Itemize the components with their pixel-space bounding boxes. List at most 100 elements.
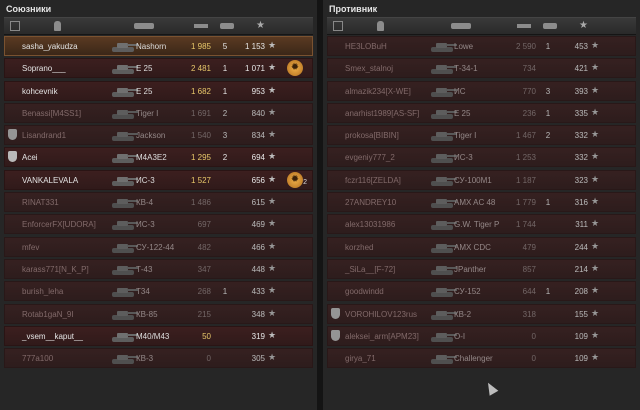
tank-icon <box>109 350 139 367</box>
star-icon: ★ <box>591 151 600 162</box>
player-row[interactable]: prokosa[BIBIN] Tiger I 1 467 2 332 ★ <box>327 125 636 146</box>
medal-icon[interactable]: ✹ 2 <box>287 171 307 188</box>
experience-value: 311 <box>575 220 588 230</box>
experience-value: 335 <box>574 108 588 118</box>
star-icon: ★ <box>591 329 600 340</box>
player-row[interactable]: Lisandrand1 Jackson 1 540 3 834 ★ <box>4 125 313 146</box>
experience-value: 469 <box>251 220 265 230</box>
damage-value: 1 540 <box>190 131 211 141</box>
star-icon: ★ <box>268 307 277 318</box>
frags-count: 2 <box>222 108 228 118</box>
player-name: evgeniy777_2 <box>345 153 395 163</box>
star-icon: ★ <box>268 329 277 340</box>
star-icon: ★ <box>591 218 600 229</box>
player-row[interactable]: VANKALEVALA ИС-3 1 527 656 ★ ✹ 2 <box>4 169 313 190</box>
tank-name: СУ-152 <box>454 287 481 297</box>
player-name: karass771[N_K_P] <box>22 264 89 274</box>
player-row[interactable]: 27ANDREY10 AMX AC 48 1 779 1 316 ★ <box>327 192 636 213</box>
player-name: 777a100 <box>22 354 54 364</box>
player-row[interactable]: burish_leha T34 268 1 433 ★ <box>4 281 313 302</box>
damage-value: 1 295 <box>190 153 211 163</box>
player-row[interactable]: evgeniy777_2 ИС-3 1 253 332 ★ <box>327 147 636 168</box>
star-icon: ★ <box>268 262 277 273</box>
player-row[interactable]: alex13031986 G.W. Tiger P 1 744 311 ★ <box>327 214 636 235</box>
damage-value: 770 <box>522 86 536 96</box>
damage-value: 697 <box>197 220 211 230</box>
shield-icon <box>331 307 340 319</box>
enemies-column-header: ★ <box>327 17 636 35</box>
tank-name: Т-43 <box>136 264 153 274</box>
star-icon: ★ <box>591 40 600 50</box>
experience-value: 214 <box>574 264 588 274</box>
player-row[interactable]: _SiLa__[F-72] JPanther 857 214 ★ <box>327 258 636 279</box>
allies-list: sasha_yakudza Nashorn 1 985 5 1 153 ★ Soprano_… <box>4 36 313 370</box>
experience-value: 348 <box>251 309 265 319</box>
player-row[interactable]: fczr116[ZELDA] СУ-100М1 1 187 323 ★ <box>327 169 636 190</box>
player-name: Benassi[M4SS1] <box>22 108 82 118</box>
player-row[interactable]: RINAT331 КВ-4 1 486 615 ★ <box>4 192 313 213</box>
player-row[interactable]: mfev СУ-122-44 482 466 ★ <box>4 236 313 257</box>
player-row[interactable]: karass771[N_K_P] Т-43 347 448 ★ <box>4 258 313 279</box>
allies-title: Союзники <box>6 4 52 14</box>
tank-name: Jackson <box>136 131 166 141</box>
player-row[interactable]: HE3LOBuH Lowe 2 590 1 453 ★ <box>327 36 636 56</box>
star-icon: ★ <box>268 285 277 296</box>
player-row[interactable]: korzhed AMX CDC 479 244 ★ <box>327 236 636 257</box>
player-name: burish_leha <box>22 287 64 297</box>
experience-value: 421 <box>574 64 588 74</box>
player-row[interactable]: _vsem__kaput__ M40/M43 50 319 ★ <box>4 325 313 346</box>
experience-value: 244 <box>574 242 588 252</box>
tank-name: Nashorn <box>136 42 167 51</box>
frags-count: 1 <box>545 42 551 51</box>
damage-value: 0 <box>531 331 536 341</box>
tank-name: Т-34-1 <box>454 64 478 74</box>
tank-name: КВ-85 <box>136 309 158 319</box>
damage-value: 482 <box>197 242 211 252</box>
player-row[interactable]: anarhist1989[AS-SF] E 25 236 1 335 ★ <box>327 102 636 123</box>
player-column-icon <box>377 21 384 31</box>
shield-icon <box>331 329 340 341</box>
experience-value: 332 <box>574 131 588 141</box>
player-name: 27ANDREY10 <box>345 198 397 208</box>
experience-value: 448 <box>251 264 265 274</box>
player-row[interactable]: 777a100 КВ-3 0 305 ★ <box>4 348 313 369</box>
medal-icon[interactable]: ✹ <box>287 60 303 77</box>
player-row[interactable]: girya_71 Challenger 0 109 ★ <box>327 348 636 369</box>
damage-value: 236 <box>522 108 536 118</box>
tank-name: СУ-122-44 <box>136 242 175 252</box>
tank-name: СУ-100М1 <box>454 175 492 185</box>
player-row[interactable]: Benassi[M4SS1] Tiger I 1 691 2 840 ★ <box>4 102 313 123</box>
player-name: almazik234[X-WE] <box>345 86 411 96</box>
platoon-column-icon <box>10 21 20 31</box>
tank-icon <box>109 149 139 166</box>
damage-value: 1 744 <box>515 220 536 230</box>
player-row[interactable]: Smex_stalnoj Т-34-1 734 421 ★ <box>327 58 636 79</box>
player-row[interactable]: almazik234[X-WE] ИС 770 3 393 ★ <box>327 80 636 101</box>
player-name: fczr116[ZELDA] <box>345 175 401 185</box>
frags-count: 3 <box>545 86 551 96</box>
player-name: goodwindd <box>345 287 384 297</box>
player-row[interactable]: Rotab1gaN_9I КВ-85 215 348 ★ <box>4 303 313 324</box>
player-row[interactable]: EnforcerFX[UDORA] ИС-3 697 469 ★ <box>4 214 313 235</box>
star-icon: ★ <box>268 218 277 229</box>
player-row[interactable]: VOROHILOV123rus КВ-2 318 155 ★ <box>327 303 636 324</box>
frags-count: 1 <box>545 198 551 208</box>
player-row[interactable]: sasha_yakudza Nashorn 1 985 5 1 153 ★ <box>4 36 313 56</box>
experience-value: 319 <box>251 331 265 341</box>
platoon-column-icon <box>333 21 343 31</box>
star-icon: ★ <box>268 240 277 251</box>
player-row[interactable]: aleksei_arm[APM23] О-I 0 109 ★ <box>327 325 636 346</box>
player-row[interactable]: goodwindd СУ-152 644 1 208 ★ <box>327 281 636 302</box>
star-icon: ★ <box>591 62 600 73</box>
player-name: alex13031986 <box>345 220 396 230</box>
damage-value: 1 527 <box>190 175 211 185</box>
frags-count: 3 <box>222 131 228 141</box>
player-row[interactable]: Acei M4A3E2 1 295 2 694 ★ <box>4 147 313 168</box>
star-icon: ★ <box>268 84 277 95</box>
tank-icon <box>109 127 139 144</box>
tank-name: КВ-4 <box>136 198 154 208</box>
player-row[interactable]: kohcevnik E 25 1 682 1 953 ★ <box>4 80 313 101</box>
player-row[interactable]: Soprano___ E 25 2 481 1 1 071 ★ ✹ <box>4 58 313 79</box>
star-icon: ★ <box>268 196 277 207</box>
experience-value: 834 <box>251 131 265 141</box>
